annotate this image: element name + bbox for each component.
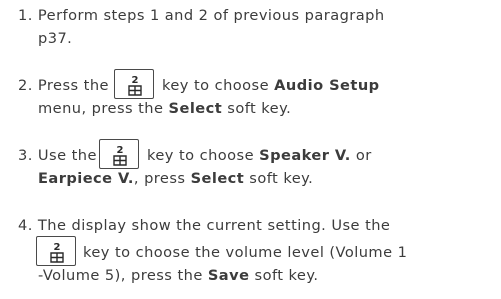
step-2-line-2: menu, press the Select soft key. (38, 99, 291, 119)
instruction-steps: 1. Perform steps 1 and 2 of previous par… (0, 0, 501, 299)
step-3-target-1: Speaker V. (259, 147, 351, 164)
step-1-line-1: 1. Perform steps 1 and 2 of previous par… (18, 6, 385, 26)
key-button-step-4: 2 (36, 236, 76, 266)
step-2-after-key: key to choose (162, 77, 270, 94)
step-3-use-text: Use the (37, 147, 97, 164)
step-3-number: 3. (18, 147, 33, 164)
step-2-number: 2. (18, 77, 33, 94)
step-2-line-1: 2. Press the (18, 76, 109, 96)
step-4-after-key: key to choose the volume level (Volume 1 (83, 244, 408, 261)
step-1-text: Perform steps 1 and 2 of previous paragr… (37, 7, 385, 24)
step-2-target: Audio Setup (274, 77, 380, 94)
step-3-line-1: 3. Use the (18, 146, 97, 166)
step-2-line-1-cont: key to choose Audio Setup (162, 76, 380, 96)
step-3-target-2: Earpiece V. (38, 170, 134, 187)
step-4-line-2: key to choose the volume level (Volume 1 (83, 243, 407, 263)
step-4-save-label: Save (207, 267, 250, 284)
step-4-line-3: -Volume 5), press the Save soft key. (38, 266, 318, 286)
step-4-line-3-a: -Volume 5), press the (38, 267, 203, 284)
step-4-text: The display show the current setting. Us… (37, 217, 391, 234)
svg-text:2: 2 (54, 242, 61, 253)
svg-text:2: 2 (117, 145, 124, 156)
step-2-select-label: Select (168, 100, 223, 117)
key-button-step-3: 2 (99, 139, 139, 169)
step-3-line-2: Earpiece V., press Select soft key. (38, 169, 313, 189)
step-1-number: 1. (18, 7, 33, 24)
step-3-after-key: key to choose (147, 147, 255, 164)
step-2-line-2-c: soft key. (227, 100, 292, 117)
step-1-page-ref: p37. (38, 30, 73, 47)
dial-2-abc-key-icon: 2 (128, 75, 142, 96)
step-3-line-1-cont: key to choose Speaker V. or (147, 146, 372, 166)
step-2-line-2-a: menu, press the (38, 100, 164, 117)
step-3-or: or (355, 147, 372, 164)
step-1-line-2: p37. (38, 29, 72, 49)
step-3-select-label: Select (190, 170, 245, 187)
step-4-line-3-c: soft key. (254, 267, 319, 284)
step-4-number: 4. (18, 217, 33, 234)
step-3-line-2-rest: , press (133, 170, 186, 187)
svg-text:2: 2 (132, 75, 139, 86)
key-button-step-2: 2 (114, 69, 154, 99)
step-4-line-1: 4. The display show the current setting.… (18, 216, 390, 236)
dial-2-abc-key-icon: 2 (50, 242, 64, 263)
dial-2-abc-key-icon: 2 (113, 145, 127, 166)
step-3-line-2-end: soft key. (249, 170, 314, 187)
step-2-press-text: Press the (37, 77, 109, 94)
